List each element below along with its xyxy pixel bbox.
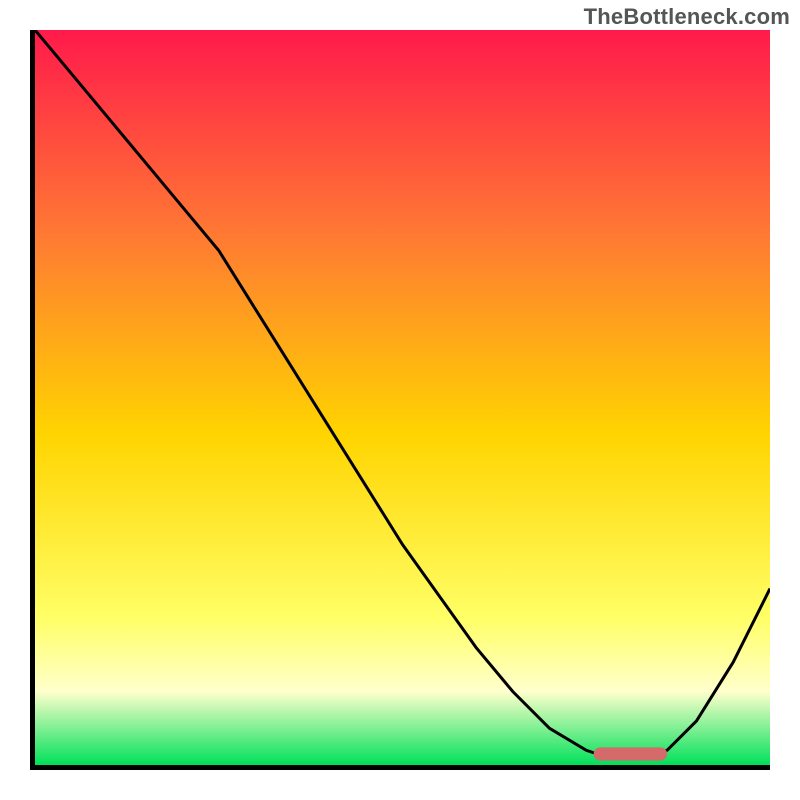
watermark-text: TheBottleneck.com bbox=[584, 4, 790, 30]
optimal-zone-marker bbox=[594, 747, 668, 760]
x-axis bbox=[30, 765, 770, 770]
gradient-background bbox=[35, 30, 770, 765]
chart-plot-area bbox=[35, 30, 770, 765]
